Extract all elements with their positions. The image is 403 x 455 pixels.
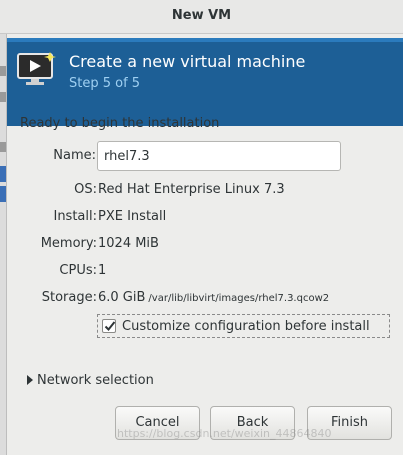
- storage-label: Storage:: [41, 290, 97, 305]
- new-vm-dialog: Create a new virtual machine Step 5 of 5…: [6, 34, 403, 455]
- install-row: Install: PXE Install: [7, 209, 403, 233]
- wizard-heading: Create a new virtual machine: [69, 52, 306, 71]
- checkmark-icon: [104, 321, 116, 331]
- name-label: Name:: [53, 148, 96, 163]
- storage-row: Storage: 6.0 GiB/var/lib/libvirt/images/…: [7, 290, 403, 314]
- network-selection-label: Network selection: [37, 373, 154, 388]
- monitor-play-icon: [17, 52, 57, 86]
- customize-checkbox[interactable]: [102, 319, 116, 333]
- network-selection-expander[interactable]: Network selection: [27, 373, 154, 388]
- os-label: OS:: [74, 182, 97, 197]
- wizard-step: Step 5 of 5: [69, 76, 141, 91]
- memory-row: Memory: 1024 MiB: [7, 236, 403, 260]
- cancel-button[interactable]: Cancel: [115, 406, 200, 440]
- memory-label: Memory:: [40, 236, 97, 251]
- os-row: OS: Red Hat Enterprise Linux 7.3: [7, 182, 403, 206]
- storage-value-wrap: 6.0 GiB/var/lib/libvirt/images/rhel7.3.q…: [98, 290, 329, 305]
- os-value: Red Hat Enterprise Linux 7.3: [98, 182, 285, 197]
- back-button[interactable]: Back: [210, 406, 295, 440]
- expander-arrow-icon: [27, 375, 33, 385]
- title-bar: New VM: [0, 0, 403, 34]
- ready-text: Ready to begin the installation: [20, 116, 220, 131]
- customize-checkbox-row[interactable]: Customize configuration before install: [97, 314, 390, 338]
- cpus-label: CPUs:: [59, 263, 97, 278]
- storage-value: 6.0 GiB: [98, 290, 146, 305]
- cpus-row: CPUs: 1: [7, 263, 403, 287]
- customize-label: Customize configuration before install: [122, 319, 370, 334]
- cpus-value: 1: [98, 263, 107, 278]
- install-value: PXE Install: [98, 209, 167, 224]
- finish-button[interactable]: Finish: [307, 406, 392, 440]
- storage-path: /var/lib/libvirt/images/rhel7.3.qcow2: [148, 293, 330, 304]
- window-title: New VM: [171, 8, 232, 23]
- vm-name-input[interactable]: [97, 141, 341, 171]
- memory-value: 1024 MiB: [98, 236, 159, 251]
- wizard-banner: Create a new virtual machine Step 5 of 5: [7, 38, 403, 126]
- install-label: Install:: [53, 209, 97, 224]
